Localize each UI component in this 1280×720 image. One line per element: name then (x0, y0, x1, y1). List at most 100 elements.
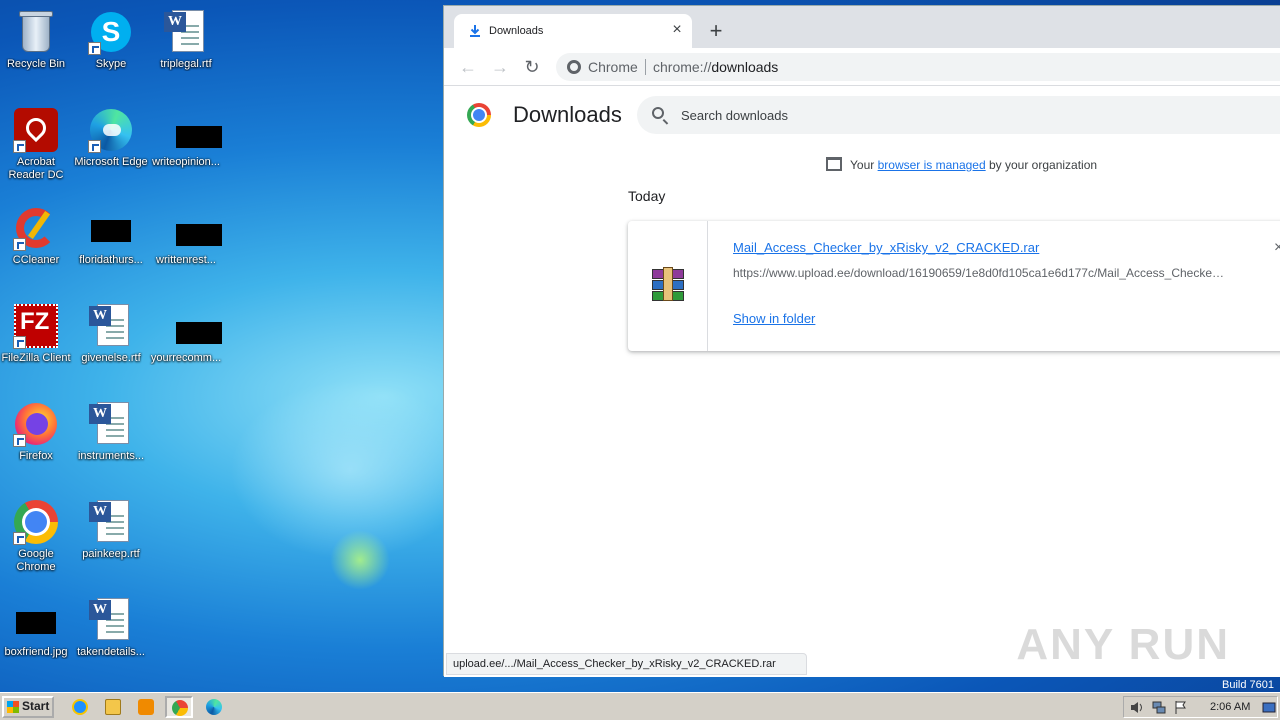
start-button[interactable]: Start (2, 696, 54, 718)
desktop-icon-givenelse[interactable]: W givenelse.rtf (73, 298, 149, 388)
word-document-icon: W (87, 498, 135, 546)
desktop-icon-label: writtenrest... (156, 254, 216, 266)
desktop-icon-label: givenelse.rtf (81, 352, 141, 364)
word-document-icon: W (87, 400, 135, 448)
action-center-flag-icon[interactable] (1174, 701, 1188, 714)
desktop-icon-takendetails[interactable]: W takendetails... (73, 592, 149, 682)
desktop-icon-label: Acrobat Reader DC (8, 156, 64, 181)
file-icon (162, 106, 222, 154)
chrome-page-icon (567, 60, 581, 74)
recycle-bin-icon (12, 8, 60, 56)
desktop-icon-floridathurs[interactable]: floridathurs... (73, 200, 149, 290)
desktop-icon-label: Skype (95, 58, 127, 70)
desktop-icon-microsoft-edge[interactable]: Microsoft Edge (73, 102, 149, 192)
desktop-icon-label: yourrecomm... (150, 352, 222, 364)
desktop-icon-ccleaner[interactable]: CCleaner (0, 200, 74, 290)
desktop-icon-skype[interactable]: S Skype (73, 4, 149, 94)
toolbar: ← → ↻ Chrome chrome://downloads (444, 48, 1280, 86)
taskbar-chrome[interactable] (165, 696, 193, 718)
page-header: Downloads (444, 87, 1280, 143)
desktop-icon-boxfriend[interactable]: boxfriend.jpg (0, 592, 74, 682)
search-input[interactable] (681, 106, 1241, 124)
taskbar-media-player[interactable] (132, 696, 160, 718)
desktop-icon-label: takendetails... (77, 646, 145, 658)
shortcut-arrow-icon (13, 434, 26, 447)
desktop-icon-writtenrest[interactable]: writtenrest... (148, 200, 224, 290)
start-label: Start (22, 699, 50, 713)
downloads-page: Downloads Your browser is managed by you… (444, 87, 1280, 677)
forward-arrow-icon[interactable]: → (488, 56, 512, 78)
url-text: chrome://downloads (653, 59, 778, 75)
wallpaper-glow (230, 380, 470, 560)
word-document-icon: W (87, 596, 135, 644)
chrome-logo-icon (467, 103, 491, 127)
close-tab-icon[interactable]: × (668, 21, 686, 39)
tab-downloads[interactable]: Downloads × (454, 14, 692, 48)
chrome-icon (12, 498, 60, 546)
file-icon (87, 204, 135, 252)
reload-icon[interactable]: ↻ (520, 56, 544, 78)
url-path: downloads (711, 59, 779, 75)
show-desktop-icon[interactable] (1262, 701, 1276, 714)
desktop-icon-painkeep[interactable]: W painkeep.rtf (73, 494, 149, 584)
clock[interactable]: 2:06 AM (1210, 701, 1250, 713)
file-icon-column (628, 221, 708, 351)
word-document-icon: W (162, 8, 210, 56)
taskbar: Start 2:06 AM (0, 692, 1280, 720)
ccleaner-icon (12, 204, 60, 252)
redacted-thumbnail (176, 322, 222, 344)
taskbar-edge[interactable] (200, 696, 228, 718)
edge-icon (87, 106, 135, 154)
download-filename-link[interactable]: Mail_Access_Checker_by_xRisky_v2_CRACKED… (733, 240, 1039, 255)
desktop-icon-triplegal[interactable]: W triplegal.rtf (148, 4, 224, 94)
divider (645, 59, 646, 75)
download-icon (470, 25, 480, 37)
remove-download-icon[interactable]: × (1274, 239, 1280, 257)
page-title: Downloads (513, 102, 622, 127)
winrar-archive-icon (652, 267, 684, 301)
word-document-icon: W (87, 302, 135, 350)
desktop-icon-writeopinion[interactable]: writeopinion... (148, 102, 224, 192)
network-icon[interactable] (1152, 701, 1166, 714)
volume-icon[interactable] (1130, 701, 1144, 714)
desktop-icon-filezilla[interactable]: FZ FileZilla Client (0, 298, 74, 388)
taskbar-internet-explorer[interactable] (66, 696, 94, 718)
file-icon (162, 302, 222, 350)
new-tab-button[interactable]: + (704, 20, 728, 44)
image-file-icon (12, 596, 60, 644)
chrome-window: Downloads × + ← → ↻ Chrome chrome://down… (443, 5, 1280, 677)
anyrun-watermark: ANY RUN (1016, 620, 1230, 669)
system-tray: 2:06 AM (1123, 696, 1278, 718)
managed-link[interactable]: browser is managed (878, 158, 986, 172)
desktop-icon-google-chrome[interactable]: Google Chrome (0, 494, 74, 584)
show-in-folder-link[interactable]: Show in folder (733, 311, 815, 326)
desktop-icon-label: FileZilla Client (1, 352, 71, 364)
desktop-icon-acrobat[interactable]: Acrobat Reader DC (0, 102, 74, 192)
desktop-icon-firefox[interactable]: Firefox (0, 396, 74, 486)
desktop-icon-label: writeopinion... (152, 156, 220, 168)
desktop-icon-label: floridathurs... (79, 254, 143, 266)
url-scheme: chrome:// (653, 59, 712, 75)
taskbar-explorer[interactable] (99, 696, 127, 718)
desktop-icon-label: CCleaner (12, 254, 60, 266)
address-bar[interactable]: Chrome chrome://downloads (556, 53, 1280, 81)
back-arrow-icon[interactable]: ← (456, 56, 480, 78)
section-today: Today (628, 188, 666, 204)
shortcut-arrow-icon (88, 42, 101, 55)
download-item: Mail_Access_Checker_by_xRisky_v2_CRACKED… (628, 221, 1280, 351)
origin-chip: Chrome (588, 59, 638, 75)
desktop-icon-instruments[interactable]: W instruments... (73, 396, 149, 486)
desktop-icon-recycle-bin[interactable]: Recycle Bin (0, 4, 74, 94)
media-player-icon (138, 699, 154, 715)
shortcut-arrow-icon (13, 336, 26, 349)
shortcut-arrow-icon (13, 140, 26, 153)
desktop-icon-label: Microsoft Edge (74, 156, 148, 168)
search-icon (652, 107, 664, 119)
redacted-thumbnail (16, 612, 56, 634)
search-downloads-box[interactable] (637, 96, 1280, 134)
filezilla-icon: FZ (12, 302, 60, 350)
download-source-url: https://www.upload.ee/download/16190659/… (733, 266, 1228, 280)
desktop-icon-label: Firefox (19, 450, 53, 462)
skype-icon: S (87, 8, 135, 56)
desktop-icon-yourrecomm[interactable]: yourrecomm... (148, 298, 224, 388)
